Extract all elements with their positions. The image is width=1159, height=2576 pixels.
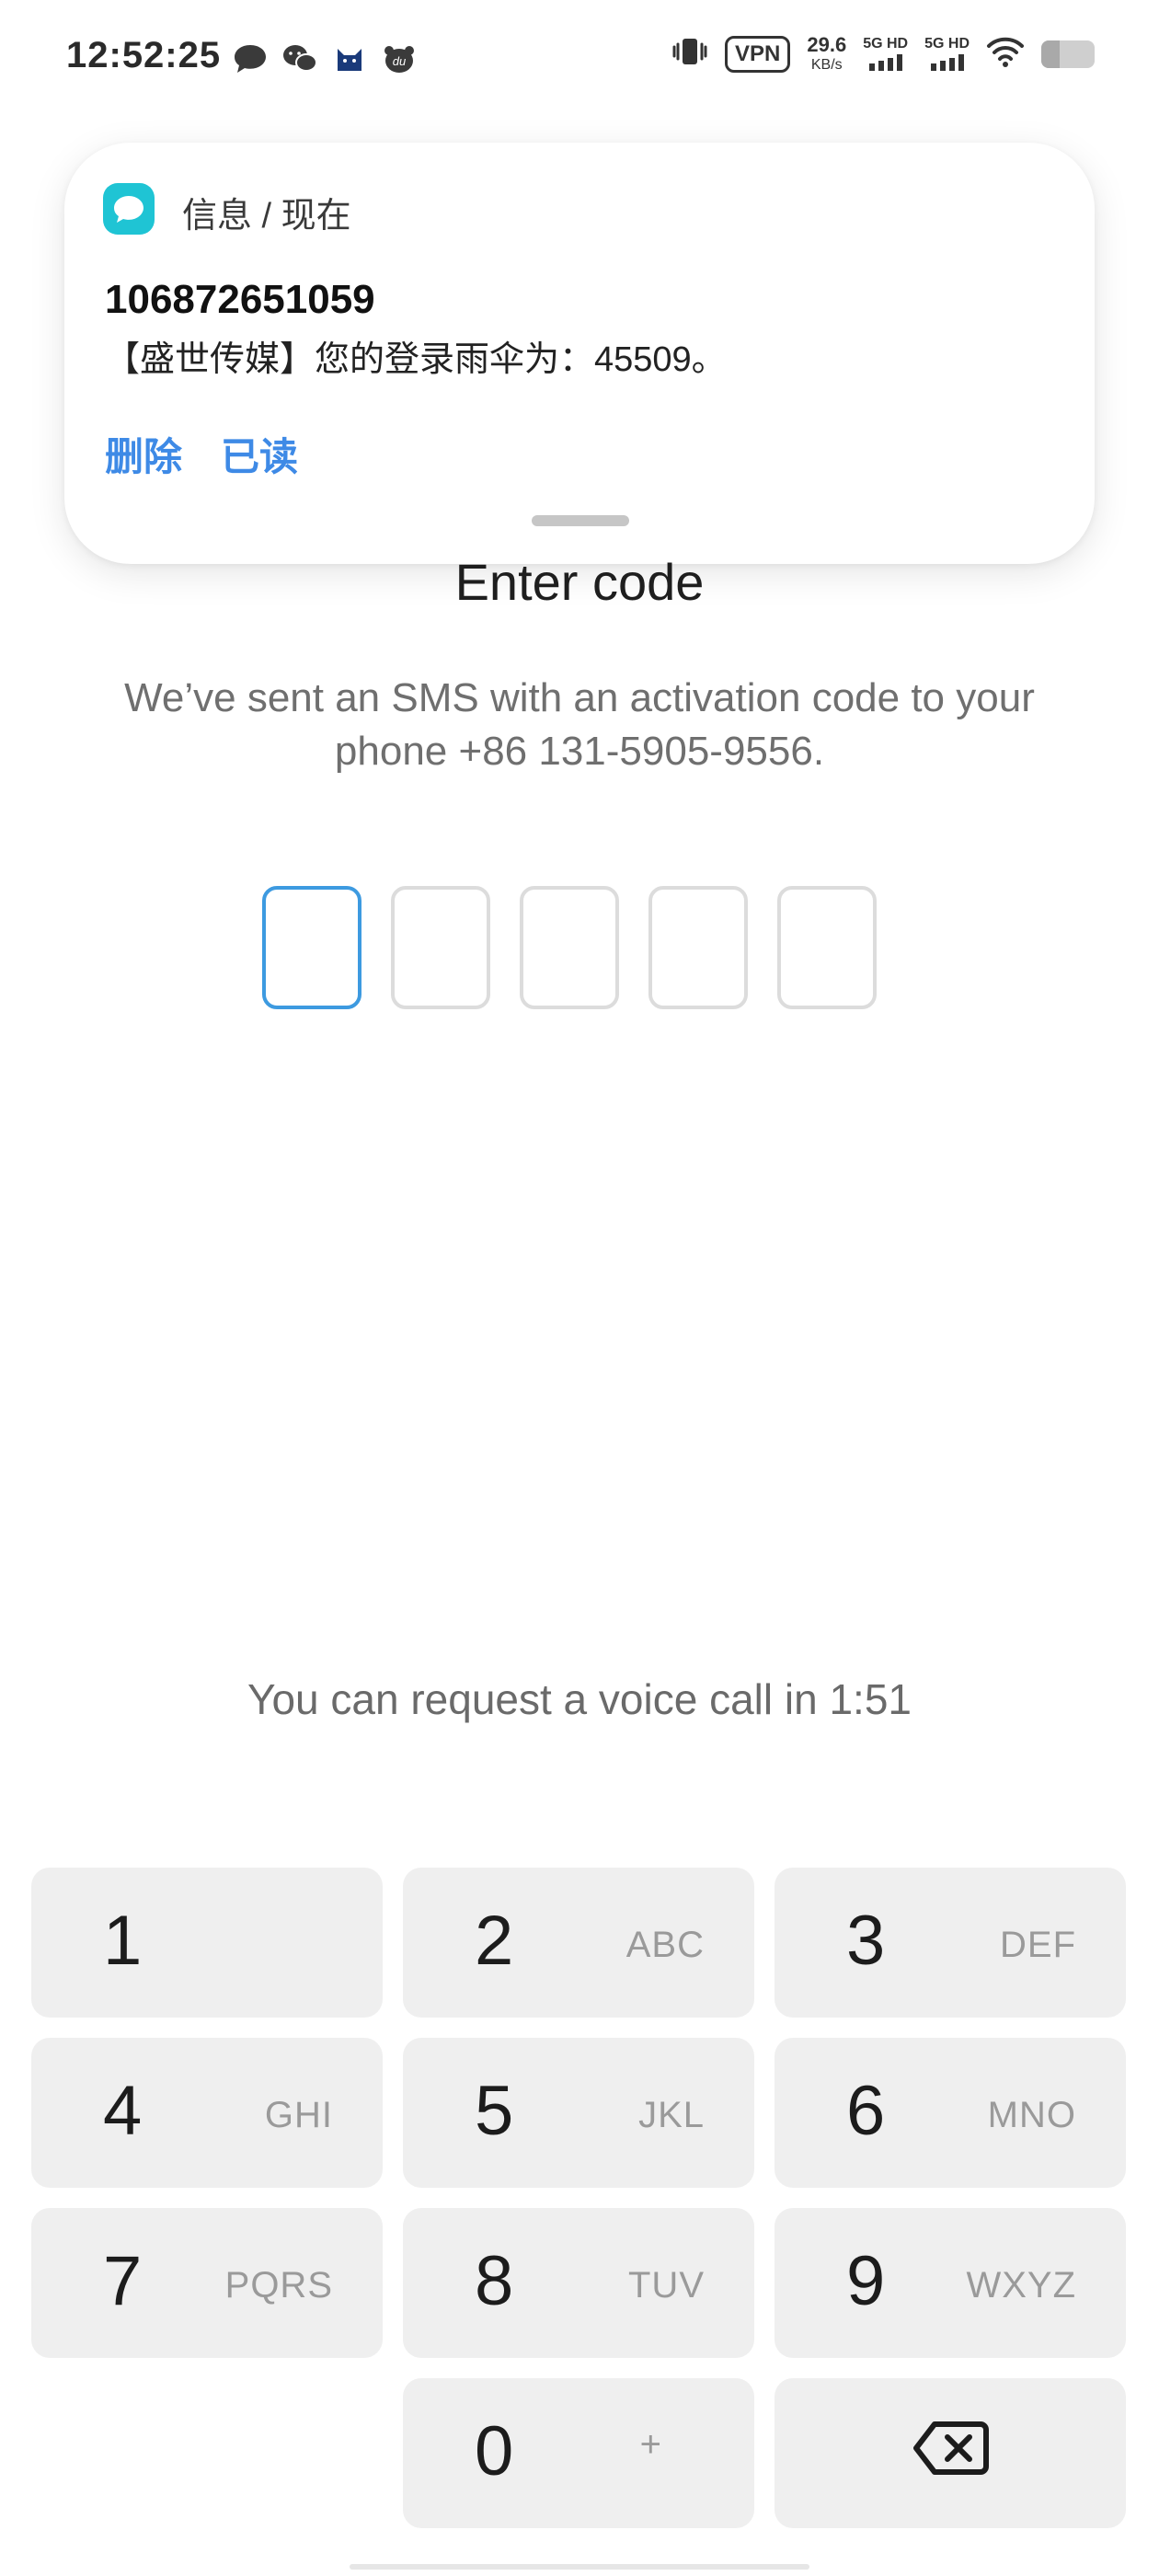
- notification-source: 信息 / 现在: [182, 197, 351, 236]
- du-app-icon: du: [381, 40, 418, 77]
- sim1-signal: 5G HD: [863, 37, 908, 71]
- notification-actions: 删除 已读: [105, 426, 298, 482]
- code-digit-box[interactable]: [777, 886, 877, 1009]
- key-6[interactable]: 6 MNO: [775, 2038, 1126, 2188]
- notification-body: 【盛世传媒】您的登录雨伞为：45509。: [105, 340, 727, 379]
- key-2[interactable]: 2 ABC: [403, 1868, 754, 2018]
- notification-sender: 106872651059: [105, 277, 375, 322]
- key-3[interactable]: 3 DEF: [775, 1868, 1126, 2018]
- key-0[interactable]: 0 +: [403, 2378, 754, 2528]
- backspace-key[interactable]: [775, 2378, 1126, 2528]
- delete-button[interactable]: 删除: [105, 426, 182, 482]
- key-1[interactable]: 1: [31, 1868, 383, 2018]
- home-indicator[interactable]: [350, 2564, 809, 2570]
- code-digit-box[interactable]: [520, 886, 619, 1009]
- code-digit-box[interactable]: [262, 886, 361, 1009]
- sms-notification[interactable]: 信息 / 现在 106872651059 【盛世传媒】您的登录雨伞为：45509…: [64, 143, 1095, 564]
- status-bar: 12:52:25 du VPN 29.6 KB/s 5G HD 5G HD: [0, 0, 1159, 120]
- backspace-icon: [912, 2419, 990, 2482]
- vpn-badge: VPN: [725, 35, 791, 73]
- page-title: Enter code: [454, 553, 705, 611]
- code-input[interactable]: [262, 886, 877, 1009]
- messages-app-icon: [103, 183, 155, 235]
- code-digit-box[interactable]: [391, 886, 490, 1009]
- svg-text:du: du: [393, 54, 406, 68]
- mark-read-button[interactable]: 已读: [221, 426, 298, 482]
- drag-handle[interactable]: [532, 515, 629, 526]
- battery-icon: [1041, 40, 1095, 68]
- page-subtitle: We’ve sent an SMS with an activation cod…: [124, 675, 1035, 774]
- cat-app-icon: [331, 40, 368, 77]
- wechat-icon: [281, 40, 318, 77]
- wifi-icon: [986, 36, 1025, 72]
- key-4[interactable]: 4 GHI: [31, 2038, 383, 2188]
- key-9[interactable]: 9 WXYZ: [775, 2208, 1126, 2358]
- status-indicators: VPN 29.6 KB/s 5G HD 5G HD: [671, 35, 1095, 73]
- vibrate-icon: [671, 35, 708, 73]
- key-7[interactable]: 7 PQRS: [31, 2208, 383, 2358]
- code-digit-box[interactable]: [648, 886, 748, 1009]
- key-5[interactable]: 5 JKL: [403, 2038, 754, 2188]
- key-8[interactable]: 8 TUV: [403, 2208, 754, 2358]
- voice-call-countdown: You can request a voice call in 1:51: [247, 1675, 912, 1723]
- status-app-icons: du: [232, 40, 418, 77]
- status-time: 12:52:25: [66, 35, 222, 75]
- signal-bars-icon: [868, 54, 902, 71]
- network-speed: 29.6 KB/s: [807, 33, 847, 73]
- chat-bubble-icon: [232, 40, 269, 77]
- signal-bars-icon: [930, 54, 964, 71]
- sim2-signal: 5G HD: [924, 37, 970, 71]
